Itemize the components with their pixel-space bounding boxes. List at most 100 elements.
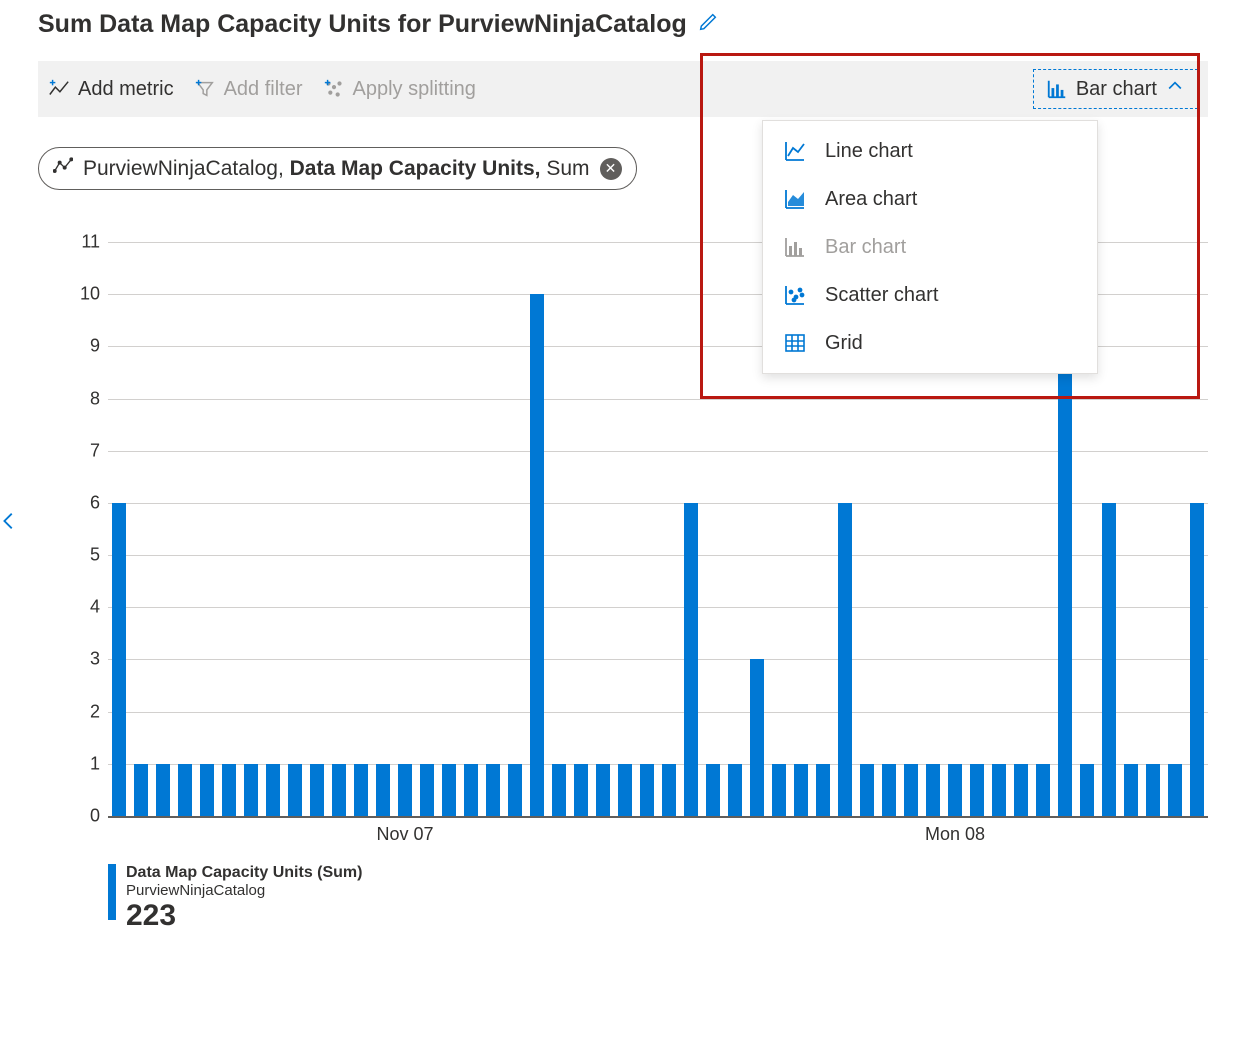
chart-type-option-grid[interactable]: Grid: [763, 319, 1097, 367]
bar[interactable]: [354, 764, 368, 816]
gridline: [108, 451, 1208, 452]
bar[interactable]: [420, 764, 434, 816]
add-metric-label: Add metric: [78, 78, 174, 101]
bar[interactable]: [706, 764, 720, 816]
gridline: [108, 712, 1208, 713]
bar-chart-icon: [783, 235, 807, 259]
y-axis-label: 4: [72, 597, 100, 618]
bar[interactable]: [442, 764, 456, 816]
bar[interactable]: [992, 764, 1006, 816]
bar[interactable]: [684, 503, 698, 816]
apply-splitting-button[interactable]: Apply splitting: [323, 78, 476, 101]
bar[interactable]: [288, 764, 302, 816]
bar[interactable]: [816, 764, 830, 816]
edit-title-icon[interactable]: [697, 11, 719, 38]
legend-value: 223: [126, 899, 362, 933]
bar[interactable]: [772, 764, 786, 816]
grid-icon: [783, 331, 807, 355]
bar[interactable]: [310, 764, 324, 816]
bar[interactable]: [134, 764, 148, 816]
bar[interactable]: [596, 764, 610, 816]
bar[interactable]: [244, 764, 258, 816]
scroll-left-icon[interactable]: [0, 510, 20, 537]
bar-chart-icon: [1046, 78, 1068, 100]
bar[interactable]: [662, 764, 676, 816]
chart-type-option-bar: Bar chart: [763, 223, 1097, 271]
bar[interactable]: [948, 764, 962, 816]
bar[interactable]: [1080, 764, 1094, 816]
bar[interactable]: [266, 764, 280, 816]
chart-type-menu: Line chart Area chart Bar chart: [762, 120, 1098, 374]
bar[interactable]: [552, 764, 566, 816]
bar[interactable]: [464, 764, 478, 816]
bar[interactable]: [794, 764, 808, 816]
y-axis-label: 7: [72, 440, 100, 461]
x-axis-label: Mon 08: [925, 824, 985, 845]
page-title: Sum Data Map Capacity Units for PurviewN…: [38, 10, 687, 39]
add-filter-label: Add filter: [224, 78, 303, 101]
gridline: [108, 399, 1208, 400]
bar[interactable]: [640, 764, 654, 816]
metric-chip[interactable]: PurviewNinjaCatalog, Data Map Capacity U…: [38, 147, 637, 190]
bar[interactable]: [1168, 764, 1182, 816]
chip-remove-icon[interactable]: ✕: [600, 158, 622, 180]
bar[interactable]: [1036, 764, 1050, 816]
bar[interactable]: [926, 764, 940, 816]
y-axis-label: 8: [72, 388, 100, 409]
bar[interactable]: [882, 764, 896, 816]
bar[interactable]: [530, 294, 544, 816]
y-axis-label: 10: [72, 284, 100, 305]
scatter-chart-icon: [783, 283, 807, 307]
metric-icon: [53, 156, 73, 181]
bar[interactable]: [750, 659, 764, 816]
bar[interactable]: [376, 764, 390, 816]
menu-label: Line chart: [825, 140, 913, 163]
chart-type-option-scatter[interactable]: Scatter chart: [763, 271, 1097, 319]
y-axis-label: 9: [72, 336, 100, 357]
menu-label: Grid: [825, 332, 863, 355]
bar[interactable]: [222, 764, 236, 816]
bar[interactable]: [112, 503, 126, 816]
y-axis-label: 0: [72, 806, 100, 827]
menu-label: Scatter chart: [825, 284, 938, 307]
chart-type-option-area[interactable]: Area chart: [763, 175, 1097, 223]
line-chart-icon: [783, 139, 807, 163]
chart-toolbar: Add metric Add filter Apply splitting: [38, 61, 1208, 117]
menu-label: Bar chart: [825, 236, 906, 259]
bar[interactable]: [574, 764, 588, 816]
y-axis-label: 1: [72, 753, 100, 774]
y-axis-label: 11: [72, 232, 100, 253]
bar[interactable]: [618, 764, 632, 816]
bar[interactable]: [1014, 764, 1028, 816]
bar[interactable]: [970, 764, 984, 816]
bar[interactable]: [178, 764, 192, 816]
bar[interactable]: [904, 764, 918, 816]
bar[interactable]: [1190, 503, 1204, 816]
bar[interactable]: [332, 764, 346, 816]
legend-resource: PurviewNinjaCatalog: [126, 882, 362, 899]
bar[interactable]: [838, 503, 852, 816]
chart-type-option-line[interactable]: Line chart: [763, 127, 1097, 175]
bar[interactable]: [508, 764, 522, 816]
add-metric-button[interactable]: Add metric: [48, 78, 174, 101]
bar[interactable]: [398, 764, 412, 816]
bar[interactable]: [156, 764, 170, 816]
bar[interactable]: [728, 764, 742, 816]
bar[interactable]: [1102, 503, 1116, 816]
bar[interactable]: [200, 764, 214, 816]
gridline: [108, 607, 1208, 608]
add-filter-button[interactable]: Add filter: [194, 78, 303, 101]
y-axis-label: 3: [72, 649, 100, 670]
chevron-up-icon: [1165, 76, 1185, 102]
chart-type-button[interactable]: Bar chart: [1033, 69, 1198, 109]
bar[interactable]: [1058, 346, 1072, 816]
chip-agg: Sum: [546, 157, 589, 180]
x-axis-label: Nov 07: [376, 824, 433, 845]
bar[interactable]: [486, 764, 500, 816]
bar[interactable]: [1124, 764, 1138, 816]
bar[interactable]: [860, 764, 874, 816]
bar[interactable]: [1146, 764, 1160, 816]
legend-series: Data Map Capacity Units (Sum): [126, 864, 362, 882]
apply-splitting-label: Apply splitting: [353, 78, 476, 101]
gridline: [108, 503, 1208, 504]
